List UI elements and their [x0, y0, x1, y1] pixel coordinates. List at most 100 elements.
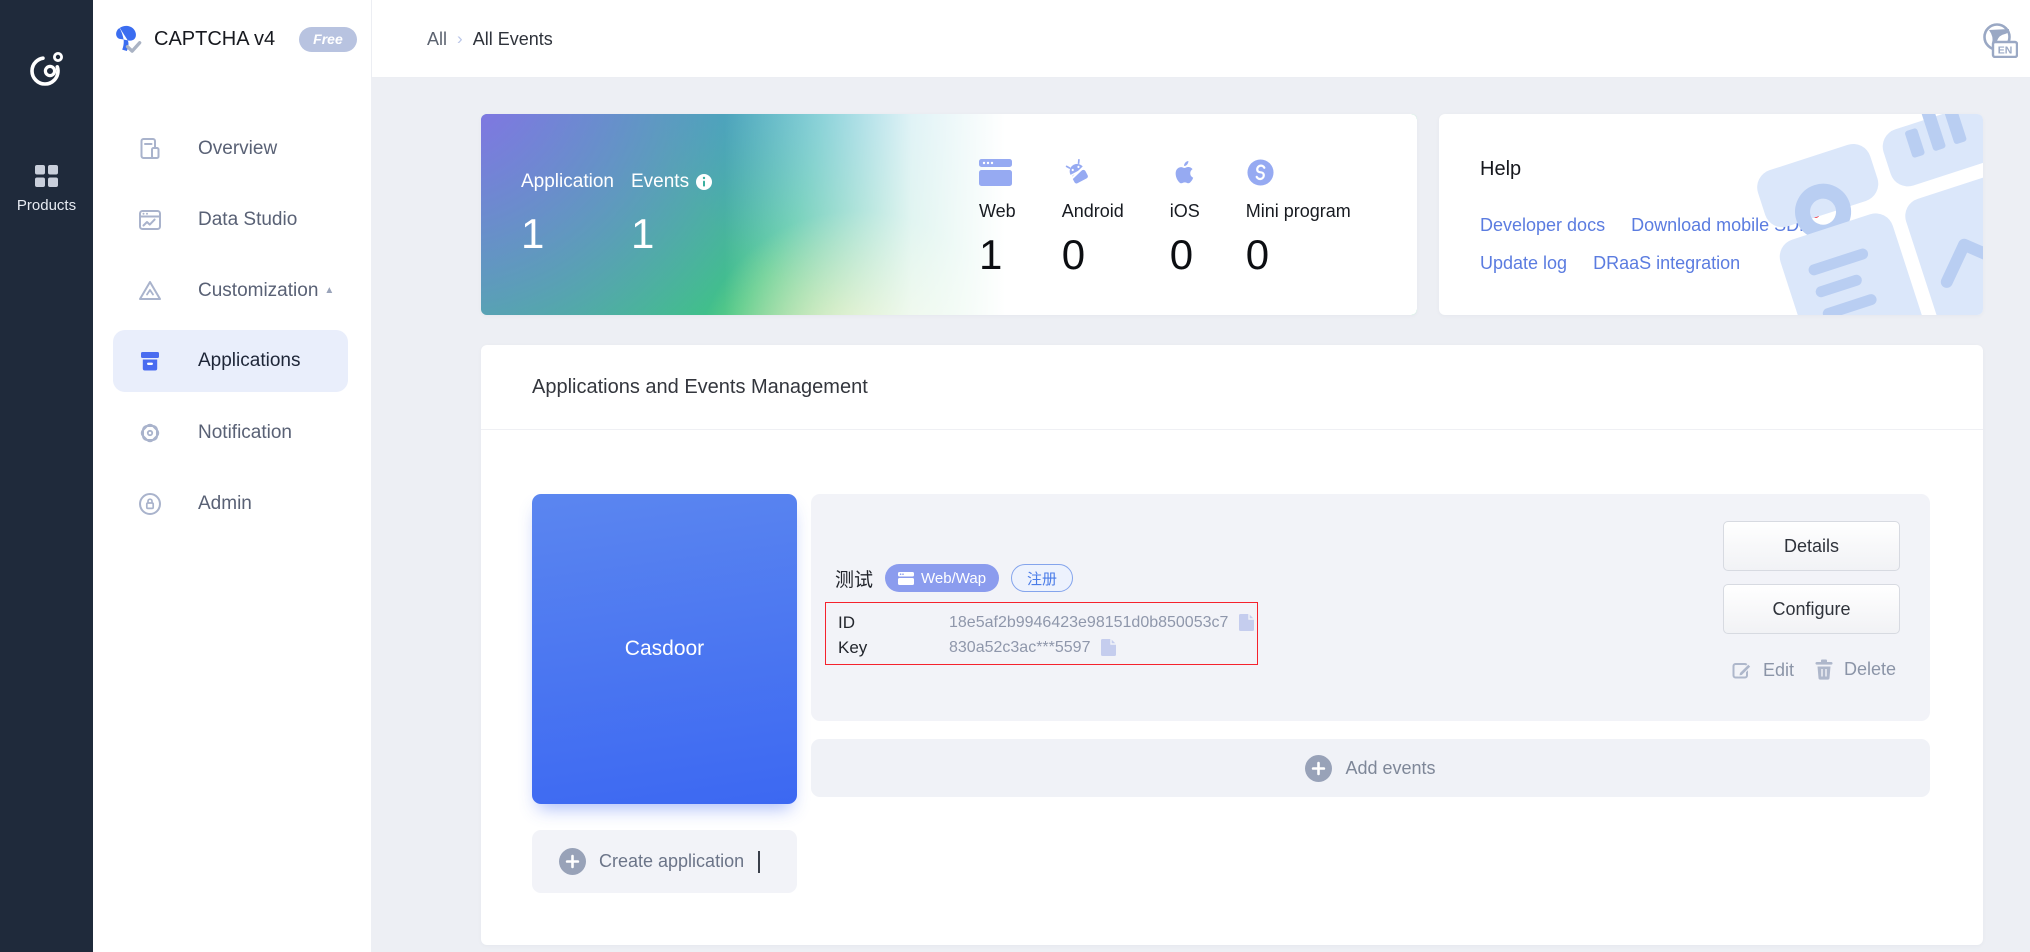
management-card: Applications and Events Management Casdo…: [481, 345, 1983, 945]
platform-android: Android 0: [1062, 159, 1124, 279]
geetest-logo[interactable]: [25, 48, 67, 90]
apple-icon: [1170, 159, 1197, 186]
language-switcher[interactable]: EN: [1980, 22, 2018, 58]
event-type-badge: 注册: [1011, 564, 1073, 592]
web-wap-badge-icon: [898, 572, 914, 585]
sidebar-item-customization[interactable]: Customization ▲: [93, 255, 371, 326]
sidebar-item-label: Data Studio: [198, 209, 297, 231]
captcha-product-icon: [112, 24, 143, 55]
credential-label: ID: [838, 613, 949, 633]
link-update-log[interactable]: Update log: [1480, 253, 1567, 274]
breadcrumb-current: All Events: [473, 29, 553, 50]
illustration-bars-tile: [1878, 114, 1983, 191]
sidebar-item-notification[interactable]: Notification: [93, 397, 371, 468]
platform-value: 0: [1062, 231, 1124, 279]
configure-button[interactable]: Configure: [1723, 584, 1900, 634]
help-card: Help Developer docs Download mobile SDK …: [1439, 114, 1983, 315]
platform-label: Mini program: [1246, 201, 1351, 222]
sidebar-item-applications[interactable]: Applications: [113, 330, 348, 392]
sidebar-item-products[interactable]: Products: [0, 165, 93, 214]
credential-row-key: Key 830a52c3ac***5597: [838, 635, 1257, 660]
globe-icon: EN: [1980, 22, 2018, 58]
platform-stats: Web 1 Android 0 iOS 0: [979, 159, 1351, 279]
text-cursor: [758, 851, 760, 873]
delete-label: Delete: [1844, 659, 1896, 680]
mini-program-icon: [1246, 159, 1275, 186]
application-name: Casdoor: [625, 637, 704, 661]
credential-value: 830a52c3ac***5597: [949, 639, 1090, 657]
add-events-button[interactable]: Add events: [811, 739, 1930, 797]
platform-web: Web 1: [979, 159, 1016, 279]
platform-value: 0: [1246, 231, 1351, 279]
add-events-label: Add events: [1345, 758, 1435, 779]
chevron-right-icon: ›: [457, 29, 463, 49]
delete-button[interactable]: Delete: [1813, 658, 1896, 681]
plus-circle-icon: [559, 848, 586, 875]
products-label: Products: [0, 197, 93, 214]
link-developer-docs[interactable]: Developer docs: [1480, 215, 1605, 236]
product-rail: Products: [0, 0, 93, 952]
sidebar-item-label: Applications: [198, 350, 300, 372]
breadcrumb: All › All Events: [427, 0, 553, 78]
notification-gear-icon: [137, 420, 163, 446]
android-icon: [1062, 159, 1094, 186]
help-illustration: [1752, 114, 1983, 315]
events-stat: Events 1: [631, 171, 712, 258]
sidebar-item-label: Admin: [198, 493, 252, 515]
event-panel: 测试 Web/Wap 注册 ID 18e5af2b9946423e98151d0…: [811, 494, 1930, 721]
edit-button[interactable]: Edit: [1730, 658, 1794, 682]
app-title: CAPTCHA v4: [154, 28, 275, 51]
top-bar: All › All Events EN: [93, 0, 2030, 78]
overview-stats-card: Application 1 Events 1 Web 1: [481, 114, 1417, 315]
platform-mini-program: Mini program 0: [1246, 159, 1351, 279]
info-icon[interactable]: [696, 174, 712, 190]
application-stat: Application 1: [521, 171, 614, 258]
credentials-box: ID 18e5af2b9946423e98151d0b850053c7 Key …: [825, 602, 1258, 665]
breadcrumb-all[interactable]: All: [427, 29, 447, 50]
customization-icon: [137, 278, 163, 304]
admin-lock-icon: [137, 491, 163, 517]
sidebar-header: CAPTCHA v4 Free: [93, 0, 371, 78]
applications-icon: [137, 348, 163, 374]
platform-label: iOS: [1170, 201, 1200, 222]
data-studio-icon: [137, 207, 163, 233]
details-button[interactable]: Details: [1723, 521, 1900, 571]
platform-value: 1: [979, 231, 1016, 279]
platform-ios: iOS 0: [1170, 159, 1200, 279]
edit-pencil-icon: [1730, 658, 1754, 682]
events-stat-value: 1: [631, 210, 712, 258]
web-icon: [979, 159, 1012, 186]
help-title: Help: [1480, 158, 1521, 181]
captcha-sidebar: CAPTCHA v4 Free Overview Data Studio: [93, 0, 371, 952]
copy-icon[interactable]: [1100, 638, 1117, 657]
copy-icon[interactable]: [1238, 613, 1255, 632]
events-stat-label: Events: [631, 171, 689, 193]
caret-up-icon: ▲: [324, 285, 334, 296]
application-card-casdoor[interactable]: Casdoor: [532, 494, 797, 804]
sidebar-item-data-studio[interactable]: Data Studio: [93, 184, 371, 255]
create-application-button[interactable]: Create application: [532, 830, 797, 893]
sidebar-item-label: Customization: [198, 280, 318, 302]
platform-label: Web: [979, 201, 1016, 222]
overview-icon: [137, 136, 163, 162]
sidebar-item-label: Overview: [198, 138, 277, 160]
management-title: Applications and Events Management: [481, 345, 1983, 430]
link-draas-integration[interactable]: DRaaS integration: [1593, 253, 1740, 274]
platform-label: Android: [1062, 201, 1124, 222]
create-application-label: Create application: [599, 851, 744, 872]
plus-circle-icon: [1305, 755, 1332, 782]
sidebar-item-label: Notification: [198, 422, 292, 444]
topbar-divider: [371, 0, 372, 78]
application-stat-label: Application: [521, 171, 614, 193]
platform-value: 0: [1170, 231, 1200, 279]
credential-row-id: ID 18e5af2b9946423e98151d0b850053c7: [838, 610, 1257, 635]
sidebar-item-admin[interactable]: Admin: [93, 468, 371, 539]
sidebar-item-overview[interactable]: Overview: [93, 113, 371, 184]
sidebar-menu: Overview Data Studio Customization ▲: [93, 113, 371, 539]
trash-icon: [1813, 658, 1835, 681]
credential-label: Key: [838, 638, 949, 658]
products-grid-icon: [35, 165, 58, 187]
credential-value: 18e5af2b9946423e98151d0b850053c7: [949, 614, 1228, 632]
application-stat-value: 1: [521, 210, 614, 258]
svg-text:EN: EN: [1998, 45, 2013, 57]
